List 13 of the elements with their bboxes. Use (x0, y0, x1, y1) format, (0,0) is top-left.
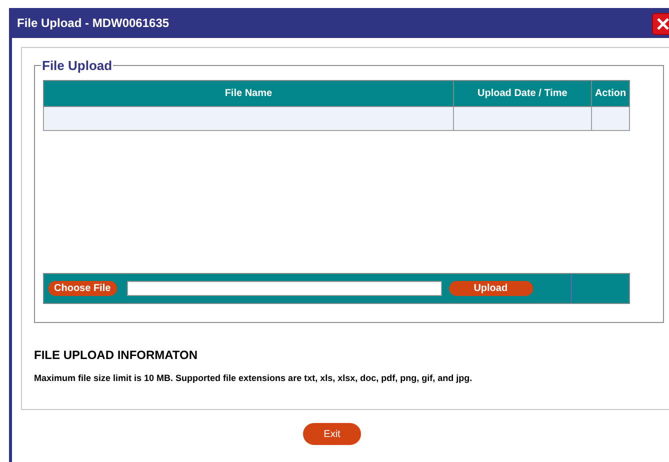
upload-button[interactable]: Upload (448, 281, 533, 296)
column-header: Action (592, 80, 630, 106)
group-legend: File Upload (41, 58, 114, 73)
window-title: File Upload - MDW0061635 (17, 16, 170, 30)
table-cell (592, 106, 630, 130)
info-heading: FILE UPLOAD INFORMATON (34, 348, 199, 362)
file-name-field[interactable] (126, 281, 442, 296)
choose-file-button[interactable]: Choose File (48, 281, 117, 296)
close-button[interactable] (652, 13, 669, 35)
exit-button[interactable]: Exit (303, 423, 361, 445)
column-header: Upload Date / Time (453, 80, 592, 106)
info-text: Maximum file size limit is 10 MB. Supported file extensions are txt, xls, xlsx, doc, pdf, png, gif, and jpg. (34, 373, 474, 383)
column-header: File Name (44, 80, 454, 106)
